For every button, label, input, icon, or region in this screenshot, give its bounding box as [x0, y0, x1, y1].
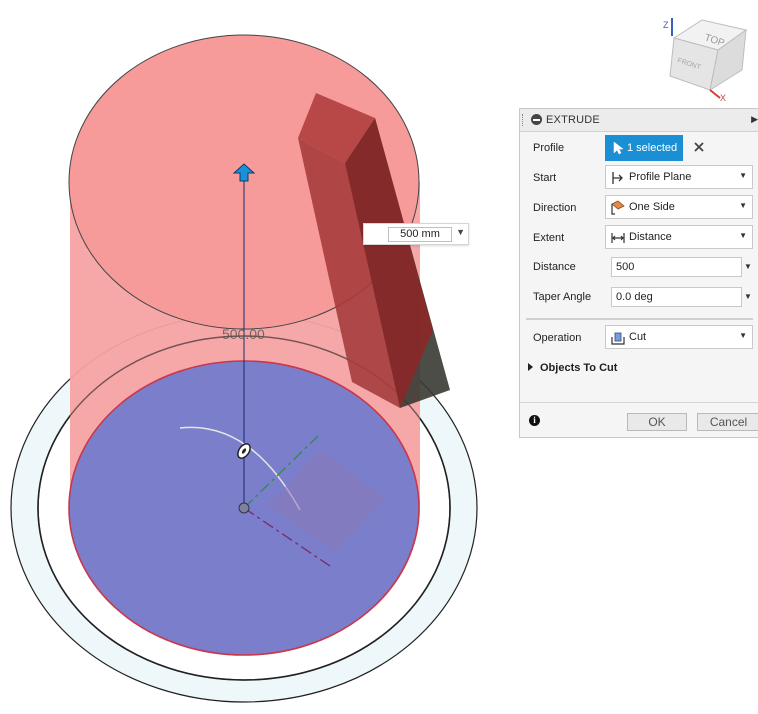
extent-row: Extent Distance ▼: [520, 225, 758, 251]
expand-triangle-icon: [528, 363, 533, 371]
taper-angle-input[interactable]: 0.0 deg: [611, 287, 742, 307]
objects-to-cut-toggle[interactable]: Objects To Cut: [528, 362, 617, 374]
drag-handle-icon[interactable]: [522, 114, 526, 126]
ok-button[interactable]: OK: [627, 413, 687, 431]
start-label: Start: [533, 172, 557, 184]
direction-dropdown[interactable]: One Side ▼: [605, 195, 753, 219]
profile-select-text: 1 selected: [627, 142, 678, 154]
chevron-down-icon[interactable]: ▼: [456, 227, 465, 237]
distance-manipulator-input[interactable]: 500 mm ▼: [363, 223, 469, 245]
info-icon[interactable]: i: [529, 415, 540, 426]
origin-point[interactable]: [238, 502, 250, 514]
operation-row: Operation Cut ▼: [520, 325, 758, 351]
panel-header[interactable]: EXTRUDE ▶: [520, 109, 758, 132]
panel-title: EXTRUDE: [546, 114, 600, 126]
chevron-down-icon[interactable]: ▼: [744, 292, 752, 301]
clear-selection-icon[interactable]: [691, 139, 707, 155]
extent-label: Extent: [533, 232, 565, 244]
profile-row: Profile 1 selected: [520, 135, 758, 161]
cut-icon: [611, 332, 625, 345]
dimension-label: 500.00: [222, 326, 265, 342]
taper-angle-value[interactable]: 0.0 deg: [616, 291, 653, 303]
cancel-button[interactable]: Cancel: [697, 413, 758, 431]
distance-icon: [611, 233, 625, 243]
taper-angle-row: Taper Angle 0.0 deg ▼: [520, 286, 758, 312]
distance-input[interactable]: 500: [611, 257, 742, 277]
distance-value[interactable]: 500: [616, 261, 634, 273]
cursor-icon: [613, 141, 624, 155]
operation-dropdown[interactable]: Cut ▼: [605, 325, 753, 349]
z-axis-label: Z: [663, 20, 669, 30]
x-axis-line: [709, 89, 721, 99]
distance-manipulator-value[interactable]: 500 mm: [388, 227, 452, 242]
one-side-icon: [611, 200, 625, 215]
chevron-down-icon: ▼: [739, 201, 747, 210]
operation-value: Cut: [629, 331, 647, 343]
chevron-down-icon: ▼: [739, 231, 747, 240]
start-dropdown[interactable]: Profile Plane ▼: [605, 165, 753, 189]
chevron-down-icon: ▼: [739, 171, 747, 180]
direction-row: Direction One Side ▼: [520, 195, 758, 221]
collapse-icon[interactable]: [531, 114, 542, 125]
objects-to-cut-label: Objects To Cut: [540, 362, 618, 374]
taper-angle-label: Taper Angle: [533, 291, 592, 303]
profile-label: Profile: [533, 142, 565, 154]
operation-label: Operation: [533, 332, 582, 344]
extent-value: Distance: [629, 231, 672, 243]
distance-row: Distance 500 ▼: [520, 256, 758, 282]
extrude-panel: EXTRUDE ▶ Profile 1 selected Start Profi…: [519, 108, 758, 438]
profile-plane-icon: [612, 172, 623, 184]
distance-label: Distance: [533, 261, 576, 273]
view-cube[interactable]: TOP FRONT Z X: [660, 10, 758, 105]
chevron-down-icon[interactable]: ▼: [744, 262, 752, 271]
direction-value: One Side: [629, 201, 675, 213]
section-divider: [526, 318, 753, 320]
start-row: Start Profile Plane ▼: [520, 165, 758, 191]
expand-right-icon[interactable]: ▶: [751, 114, 758, 125]
direction-label: Direction: [533, 202, 577, 214]
start-value: Profile Plane: [629, 171, 692, 183]
chevron-down-icon: ▼: [739, 331, 747, 340]
profile-select-button[interactable]: 1 selected: [605, 135, 683, 161]
panel-footer: i OK Cancel: [520, 402, 758, 440]
x-axis-label: X: [720, 93, 726, 103]
extent-dropdown[interactable]: Distance ▼: [605, 225, 753, 249]
